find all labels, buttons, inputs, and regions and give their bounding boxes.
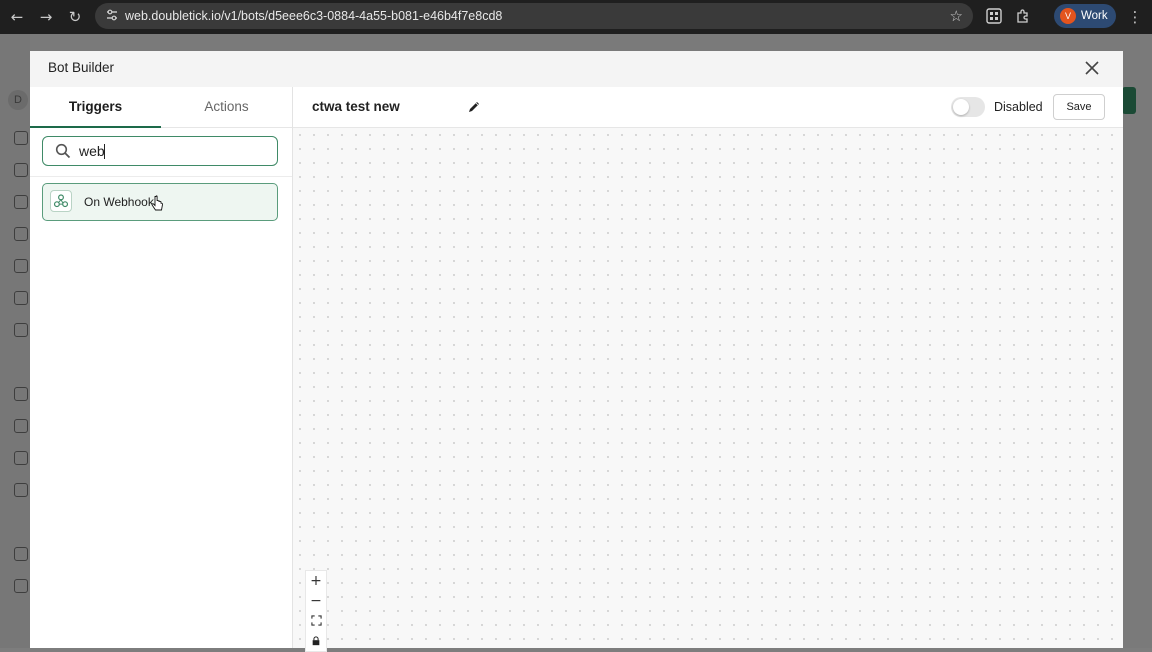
canvas-header: ctwa test new Disabled Save	[293, 87, 1123, 128]
flow-canvas[interactable]: + −	[293, 128, 1123, 652]
url-text[interactable]: web.doubletick.io/v1/bots/d5eee6c3-0884-…	[125, 3, 502, 29]
address-bar[interactable]: web.doubletick.io/v1/bots/d5eee6c3-0884-…	[95, 3, 973, 29]
background-image-icon	[14, 547, 28, 561]
background-users-icon	[14, 451, 28, 465]
search-icon	[55, 143, 71, 159]
lock-icon[interactable]	[306, 631, 326, 651]
background-calendar-icon	[14, 291, 28, 305]
site-settings-icon[interactable]	[105, 8, 119, 22]
back-icon[interactable]: ←	[6, 6, 28, 28]
zoom-in-icon[interactable]: +	[306, 571, 326, 591]
browser-toolbar: ← → ↻ web.doubletick.io/v1/bots/d5eee6c3…	[0, 0, 1152, 34]
webhook-icon	[50, 190, 72, 212]
search-input[interactable]: web	[42, 136, 278, 166]
trigger-item-label: On Webhook	[84, 195, 154, 209]
background-mail-icon	[14, 259, 28, 273]
bot-name: ctwa test new	[312, 99, 400, 114]
text-caret	[104, 144, 105, 159]
toggle-knob	[953, 99, 969, 115]
tab-actions[interactable]: Actions	[161, 87, 292, 127]
mouse-pointer-icon	[151, 195, 163, 211]
forward-icon[interactable]: →	[35, 6, 57, 28]
search-input-value: web	[79, 143, 105, 159]
background-avatar: D	[8, 90, 28, 110]
fit-view-icon[interactable]	[306, 611, 326, 631]
enable-toggle[interactable]	[951, 97, 985, 117]
divider	[30, 176, 292, 177]
zoom-out-icon[interactable]: −	[306, 591, 326, 611]
extension-app-icon[interactable]	[986, 8, 1002, 24]
background-contact-icon	[14, 323, 28, 337]
tab-triggers[interactable]: Triggers	[30, 87, 161, 128]
background-doc-icon	[14, 419, 28, 433]
toggle-status-label: Disabled	[994, 100, 1043, 114]
edit-pencil-icon[interactable]	[466, 99, 482, 115]
background-primary-button	[1122, 87, 1136, 114]
close-icon[interactable]	[1083, 59, 1101, 77]
background-settings-icon	[14, 579, 28, 593]
extensions-puzzle-icon[interactable]	[1015, 8, 1031, 24]
background-chat-icon	[14, 163, 28, 177]
reload-icon[interactable]: ↻	[64, 6, 86, 28]
tab-bar: Triggers Actions	[30, 87, 292, 128]
bot-builder-modal: Bot Builder Triggers Actions web On Webh…	[30, 51, 1123, 652]
modal-header: Bot Builder	[30, 51, 1123, 88]
profile-avatar: V	[1060, 8, 1076, 24]
background-bot-icon	[14, 483, 28, 497]
modal-title: Bot Builder	[48, 60, 115, 75]
background-phone-icon	[14, 195, 28, 209]
background-megaphone-icon	[14, 227, 28, 241]
profile-button[interactable]: V Work	[1054, 4, 1116, 28]
background-home-icon	[14, 131, 28, 145]
left-panel: Triggers Actions web On Webhook	[30, 87, 293, 648]
bookmark-star-icon[interactable]: ☆	[950, 3, 963, 29]
profile-label: Work	[1081, 10, 1108, 22]
zoom-controls: + −	[305, 570, 327, 652]
save-button[interactable]: Save	[1053, 94, 1105, 120]
browser-menu-icon[interactable]: ⋮	[1124, 6, 1146, 28]
background-analytics-icon	[14, 387, 28, 401]
